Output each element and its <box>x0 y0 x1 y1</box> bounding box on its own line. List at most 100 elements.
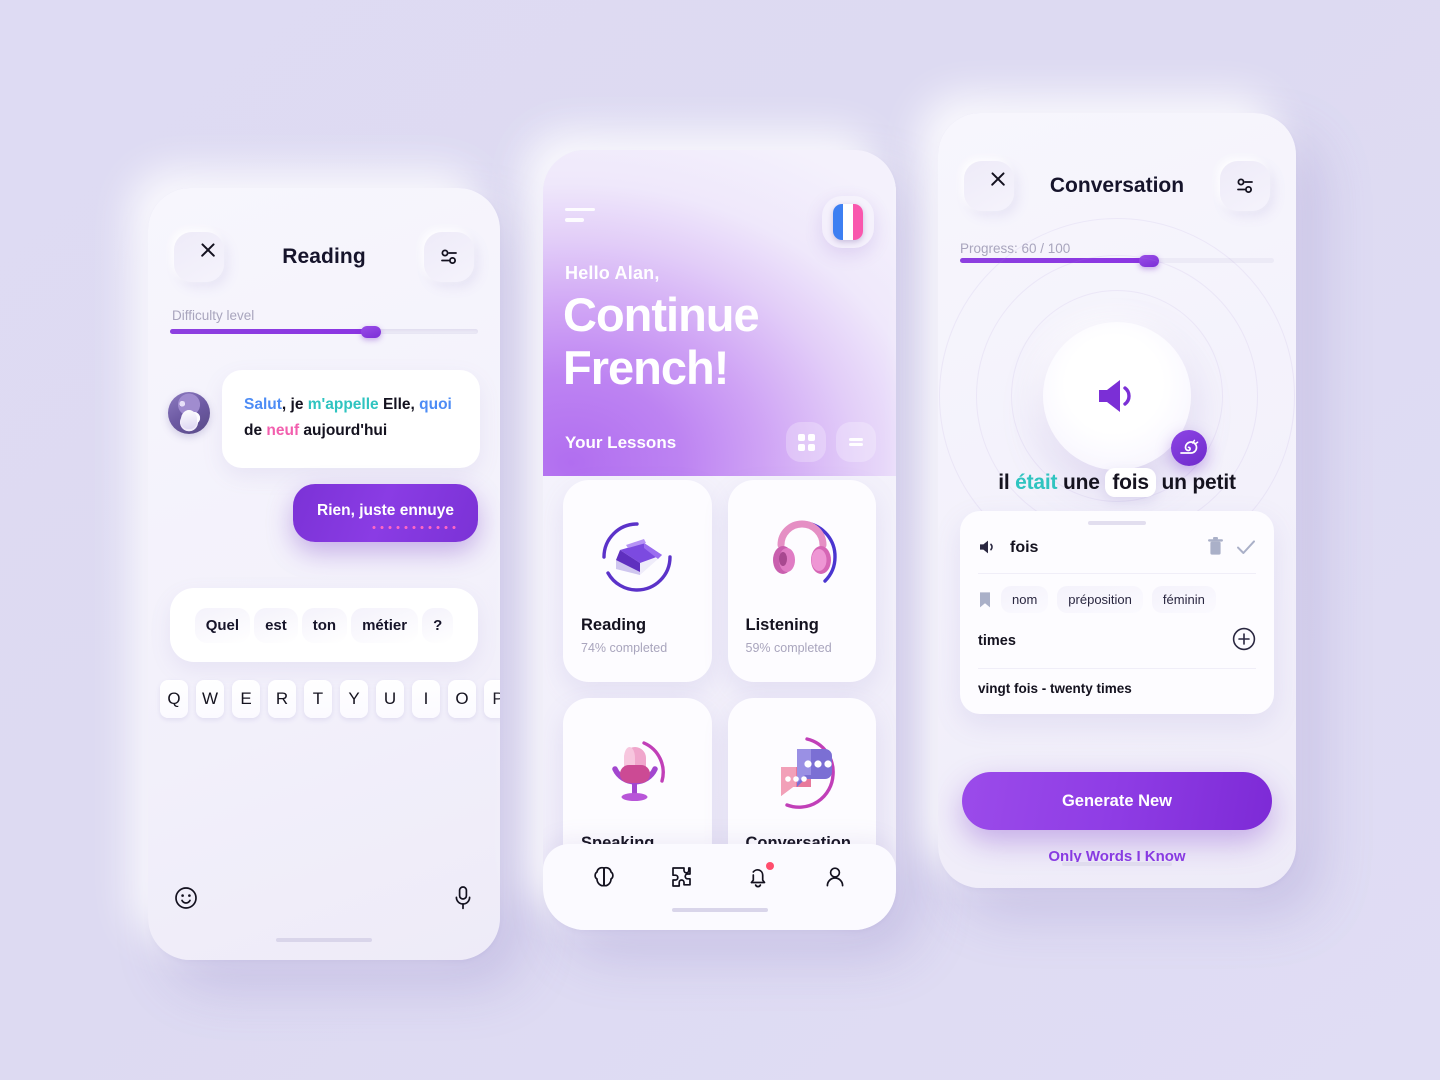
key[interactable]: W <box>195 680 225 718</box>
outgoing-message-text: Rien, juste ennuye <box>317 502 454 519</box>
speaker-icon <box>1099 380 1131 412</box>
key[interactable]: I <box>411 680 441 718</box>
emoji-button[interactable] <box>174 886 198 913</box>
word-meaning: times <box>978 632 1016 649</box>
key[interactable]: Q <box>159 680 189 718</box>
word-detail-card: fois nom préposition féminin times vingt… <box>960 511 1274 714</box>
keyboard-footer <box>174 885 474 914</box>
home-indicator <box>276 937 372 942</box>
delete-word-button[interactable] <box>1207 537 1224 559</box>
plus-icon <box>1232 627 1256 651</box>
sentence-highlighted-word[interactable]: fois <box>1105 468 1156 497</box>
practice-sentence: il était une fois un petit <box>956 468 1278 497</box>
lessons-section-title: Your Lessons <box>565 433 677 452</box>
sentence-before: il <box>998 471 1016 494</box>
msg-token: quoi <box>419 396 452 413</box>
lesson-progress: 74% completed <box>581 641 668 655</box>
nav-notifications-button[interactable] <box>745 861 775 893</box>
france-flag-icon <box>833 204 863 240</box>
page-title: Reading <box>282 245 366 268</box>
word-tag[interactable]: nom <box>1001 586 1049 613</box>
slow-playback-button[interactable] <box>1171 430 1207 466</box>
lesson-name: Listening <box>745 616 819 634</box>
add-meaning-button[interactable] <box>1232 627 1256 654</box>
drag-handle[interactable] <box>1088 521 1146 525</box>
screenshot-stage: Reading Difficulty level Salut, je m'app… <box>0 0 1440 1080</box>
suggestion-bar: Quel est ton métier ? <box>170 588 478 662</box>
nav-brain-button[interactable] <box>591 864 617 893</box>
language-button[interactable] <box>822 196 874 248</box>
key[interactable]: R <box>267 680 297 718</box>
suggestion-chip[interactable]: ? <box>422 607 454 643</box>
lesson-grid: Reading 74% completed Listening 59% comp… <box>563 480 876 900</box>
msg-token: m'appelle <box>307 396 379 413</box>
microphone-icon <box>581 716 694 834</box>
close-icon <box>191 249 208 266</box>
sentence-middle: une <box>1057 471 1106 494</box>
home-indicator <box>671 907 768 912</box>
key[interactable]: O <box>447 680 477 718</box>
play-audio-button[interactable] <box>1043 322 1207 470</box>
phone-conversation-screen: Conversation Progress: 60 / 100 il était… <box>938 113 1296 888</box>
lesson-card-reading[interactable]: Reading 74% completed <box>563 480 712 682</box>
msg-token: Elle, <box>378 396 420 413</box>
word-card-header: fois <box>978 537 1256 559</box>
dictation-button[interactable] <box>452 885 474 914</box>
word-tag[interactable]: préposition <box>1057 586 1143 613</box>
grid-view-button[interactable] <box>786 422 826 462</box>
puzzle-icon <box>672 866 691 887</box>
key[interactable]: U <box>375 680 405 718</box>
close-button[interactable] <box>174 232 224 282</box>
home-indicator <box>1062 861 1172 866</box>
generate-new-button[interactable]: Generate New <box>962 772 1272 830</box>
keyboard-row: Q W E R T Y U I O P <box>158 680 500 960</box>
microphone-icon <box>455 886 471 910</box>
settings-button[interactable] <box>423 232 474 282</box>
word-meaning-row: times <box>978 627 1256 654</box>
book-icon <box>581 498 694 616</box>
avatar <box>168 392 210 434</box>
snail-icon <box>1180 439 1199 454</box>
lesson-card-listening[interactable]: Listening 59% completed <box>727 480 876 682</box>
bookmark-icon <box>980 591 990 607</box>
msg-token: , je <box>281 396 308 413</box>
speaker-icon <box>980 540 993 553</box>
suggestion-chip[interactable]: est <box>254 607 298 643</box>
lesson-name: Reading <box>581 616 647 634</box>
incoming-message-bubble: Salut, je m'appelle Elle, quoi de neuf a… <box>222 370 480 468</box>
settings-button[interactable] <box>1219 161 1270 211</box>
close-icon <box>981 178 998 195</box>
suggestion-chip[interactable]: Quel <box>194 607 251 643</box>
word-tag[interactable]: féminin <box>1151 586 1216 613</box>
confirm-word-button[interactable] <box>1236 539 1256 558</box>
suggestion-chip[interactable]: ton <box>301 607 348 643</box>
settings-icon <box>441 249 457 264</box>
key[interactable]: T <box>303 680 333 718</box>
key[interactable]: E <box>231 680 261 718</box>
menu-button[interactable] <box>565 208 595 229</box>
notification-badge <box>766 861 775 870</box>
keyboard: Q W E R T Y U I O P A S D F G H J K L <box>148 680 500 960</box>
profile-icon <box>826 866 844 886</box>
sentence-teal-word[interactable]: était <box>1015 471 1057 494</box>
key[interactable]: P <box>483 680 500 718</box>
close-button[interactable] <box>964 161 1014 211</box>
difficulty-label: Difficulty level <box>172 308 255 323</box>
headline-line-2: French! <box>563 341 729 394</box>
key[interactable]: Y <box>339 680 369 718</box>
divider <box>978 573 1256 574</box>
difficulty-slider-knob[interactable] <box>361 325 382 338</box>
difficulty-slider[interactable] <box>170 325 478 338</box>
settings-icon <box>1237 178 1253 193</box>
nav-puzzle-button[interactable] <box>668 864 694 893</box>
nav-profile-button[interactable] <box>822 864 848 893</box>
msg-token: de <box>244 422 267 439</box>
word-audio-button[interactable] <box>978 538 998 559</box>
suggestion-chip[interactable]: métier <box>351 607 419 643</box>
greeting: Hello Alan, <box>565 263 660 283</box>
list-view-button[interactable] <box>836 422 876 462</box>
msg-token: neuf <box>266 422 300 439</box>
word-title: fois <box>1010 539 1039 556</box>
bottom-navigation <box>543 844 896 930</box>
brain-icon <box>593 866 614 887</box>
